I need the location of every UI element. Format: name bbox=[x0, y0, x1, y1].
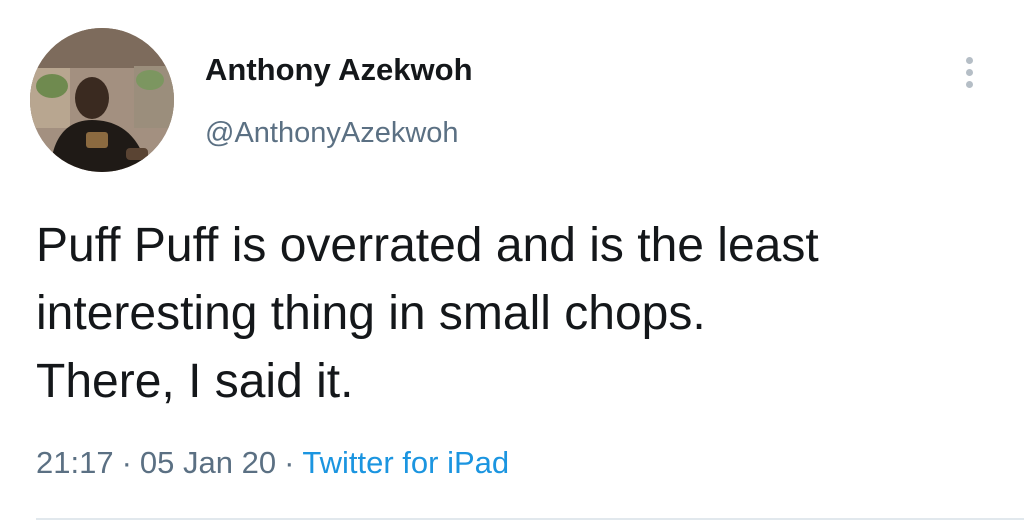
tweet-date[interactable]: 05 Jan 20 bbox=[140, 445, 276, 480]
display-name[interactable]: Anthony Azekwoh bbox=[205, 52, 473, 88]
tweet-source-link[interactable]: Twitter for iPad bbox=[302, 445, 509, 480]
divider bbox=[36, 518, 1024, 520]
tweet-text-line: Puff Puff is overrated and is the least bbox=[36, 219, 819, 272]
tweet-text-line: interesting thing in small chops. bbox=[36, 287, 706, 340]
more-vertical-icon bbox=[965, 56, 973, 64]
tweet-meta: 21:17 · 05 Jan 20 · Twitter for iPad bbox=[36, 445, 509, 481]
tweet-card: Anthony Azekwoh @AnthonyAzekwoh Puff Puf… bbox=[0, 0, 1024, 523]
tweet-text-line: There, I said it. bbox=[36, 355, 354, 408]
user-handle[interactable]: @AnthonyAzekwoh bbox=[205, 117, 459, 150]
tweet-text: Puff Puff is overrated and is the least … bbox=[36, 212, 1006, 416]
tweet-time[interactable]: 21:17 bbox=[36, 445, 114, 480]
profile-photo-icon bbox=[30, 28, 174, 172]
meta-separator: · bbox=[121, 445, 132, 480]
more-vertical-icon-dot bbox=[965, 68, 973, 76]
meta-separator: · bbox=[284, 445, 295, 480]
avatar[interactable] bbox=[30, 28, 174, 172]
more-options-button[interactable] bbox=[952, 50, 986, 94]
more-vertical-icon-dot bbox=[965, 80, 973, 88]
